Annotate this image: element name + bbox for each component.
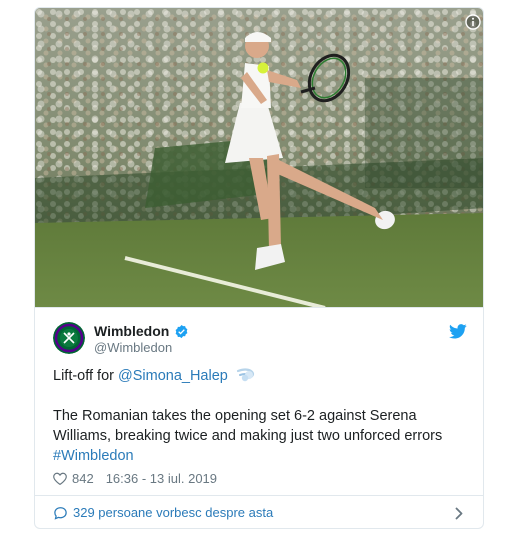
- author-name-row[interactable]: Wimbledon: [94, 322, 189, 340]
- info-icon[interactable]: [465, 14, 481, 30]
- author-handle[interactable]: @Wimbledon: [94, 340, 172, 355]
- conversation-footer[interactable]: 329 persoane vorbesc despre asta: [35, 495, 483, 528]
- tennis-player-photo: [35, 8, 483, 308]
- verified-badge-icon: [175, 324, 188, 338]
- tweet-text: Lift-off for @Simona_Halep The Romanian …: [53, 366, 467, 466]
- like-count[interactable]: 842: [72, 471, 94, 486]
- wimbledon-logo-icon: [53, 322, 85, 354]
- tweet-first-line: Lift-off for @Simona_Halep: [53, 366, 467, 386]
- heart-icon[interactable]: [53, 472, 67, 485]
- avatar[interactable]: [53, 322, 85, 354]
- mention-link[interactable]: @Simona_Halep: [118, 368, 228, 384]
- author-display-name[interactable]: Wimbledon: [94, 323, 169, 339]
- tweet-embed-card[interactable]: Wimbledon @Wimbledon Lift-off for @Simon…: [34, 7, 484, 529]
- conversation-link[interactable]: 329 persoane vorbesc despre asta: [53, 505, 273, 520]
- hashtag-link[interactable]: #Wimbledon: [53, 448, 134, 464]
- tweet-text-prefix: Lift-off for: [53, 368, 119, 384]
- photo-divider: [35, 307, 483, 308]
- dashing-away-emoji-icon: [236, 368, 254, 382]
- tweet-body: The Romanian takes the opening set 6-2 a…: [53, 408, 443, 444]
- conversation-count-label[interactable]: 329 persoane vorbesc despre asta: [73, 505, 273, 520]
- tweet-header: Wimbledon @Wimbledon: [53, 322, 467, 356]
- tweet-timestamp[interactable]: 16:36 - 13 iul. 2019: [106, 471, 217, 486]
- tweet-meta: 842 16:36 - 13 iul. 2019: [53, 470, 217, 486]
- tweet-photo[interactable]: [35, 8, 483, 308]
- chevron-right-icon[interactable]: [455, 507, 463, 520]
- speech-bubble-icon: [54, 506, 67, 520]
- twitter-bird-icon[interactable]: [449, 324, 467, 339]
